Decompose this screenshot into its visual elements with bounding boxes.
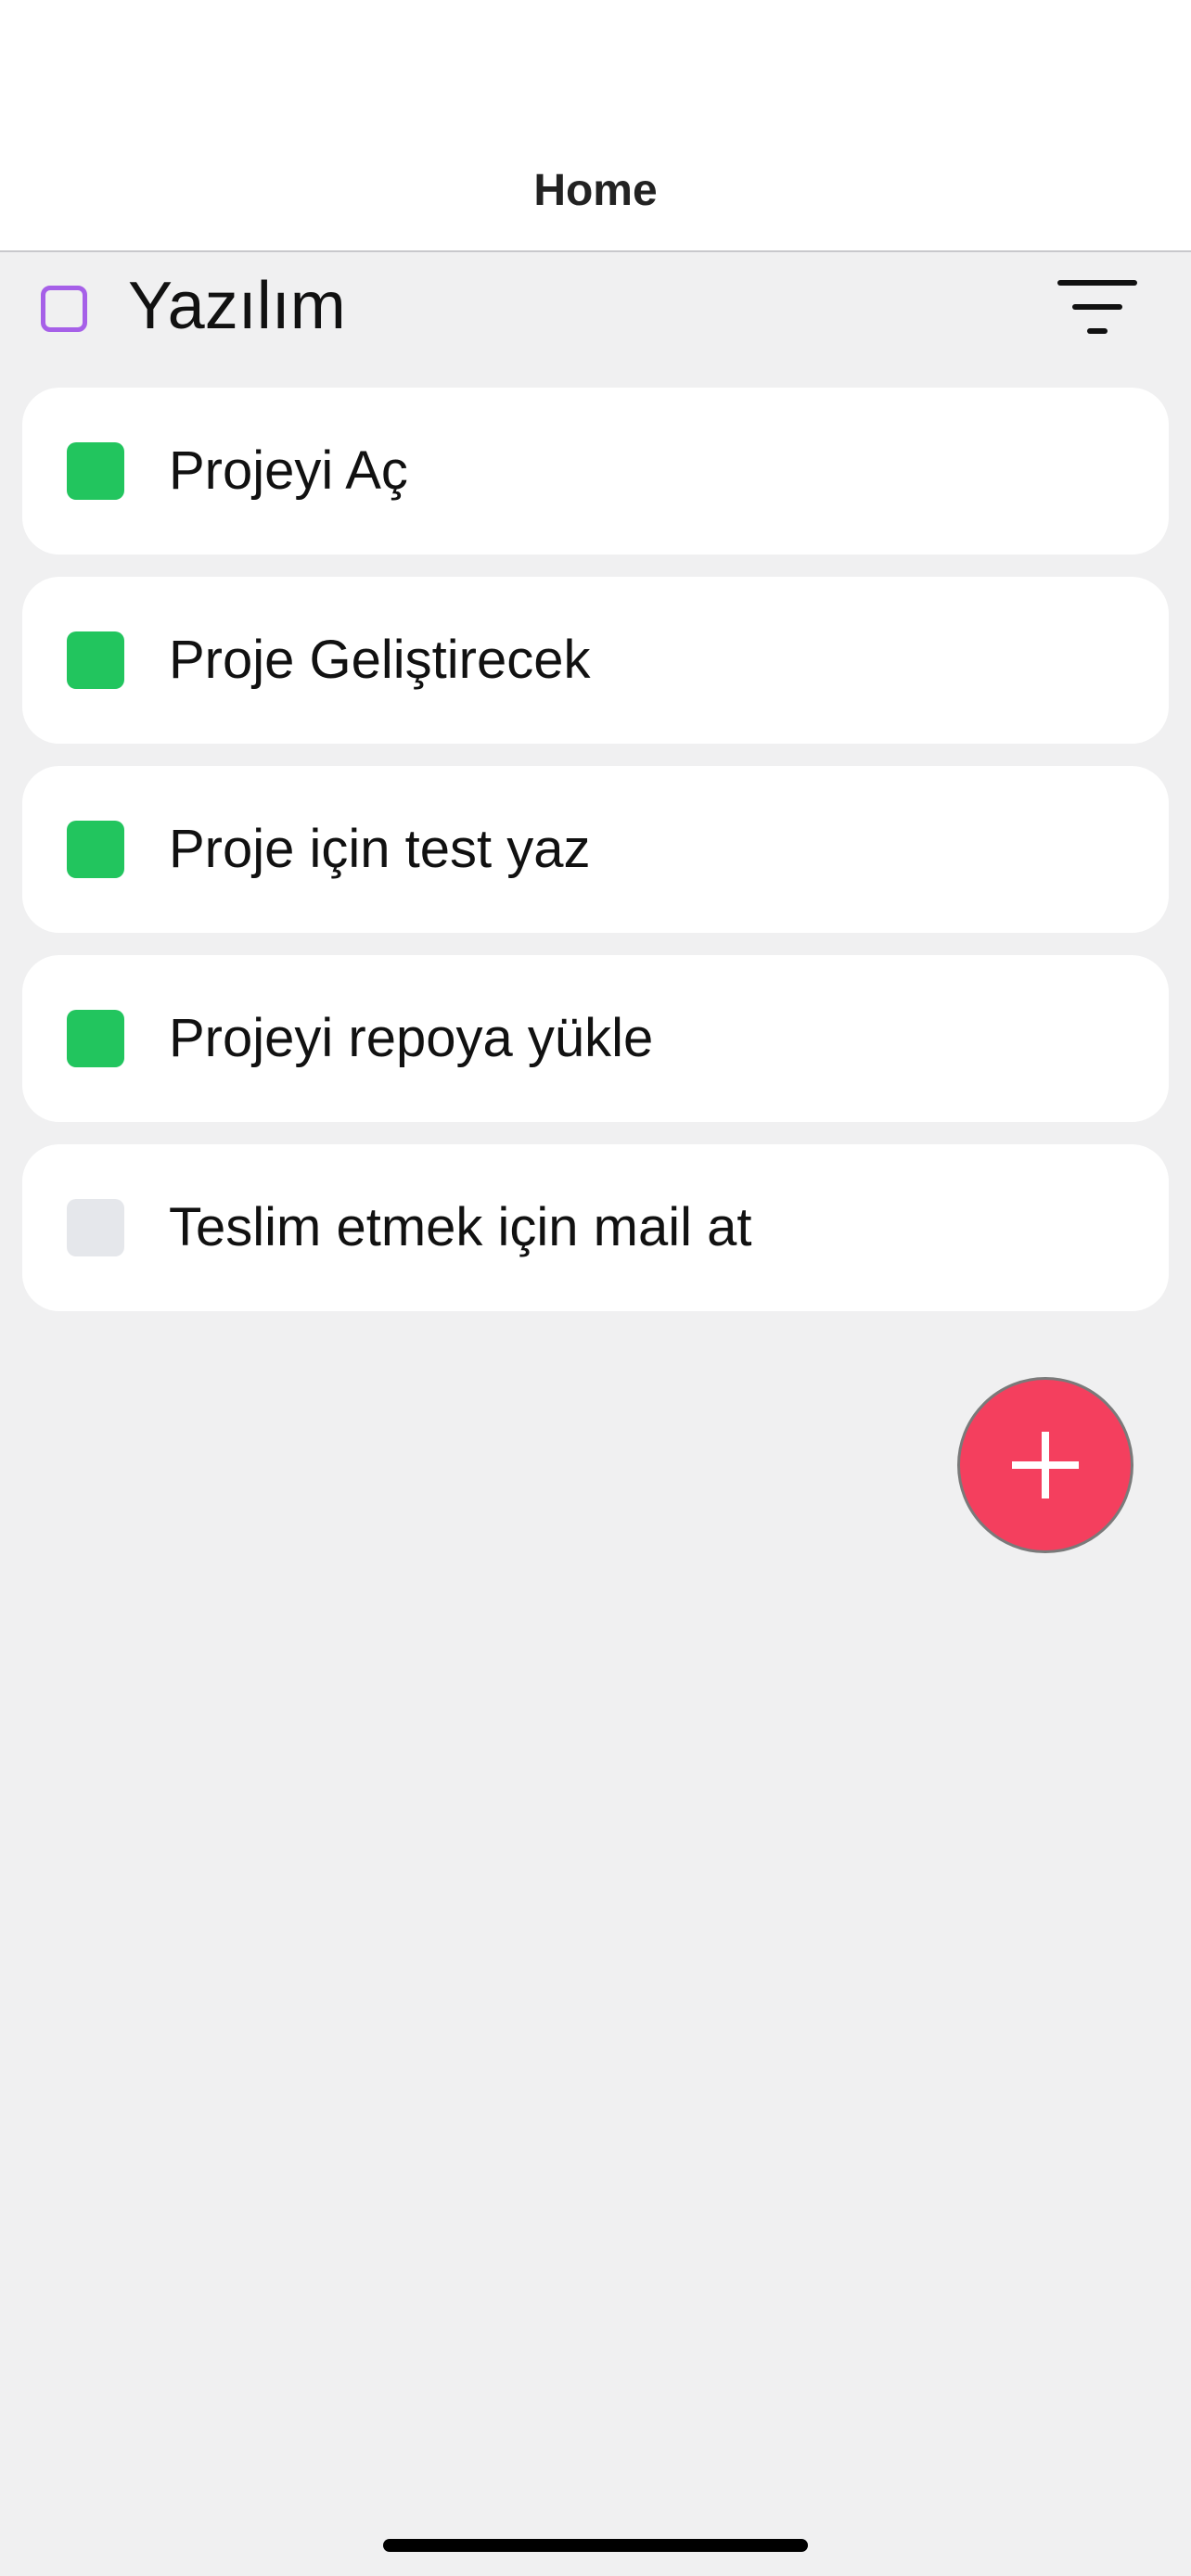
task-item[interactable]: Projeyi Aç bbox=[22, 388, 1169, 555]
task-checkbox[interactable] bbox=[67, 821, 124, 878]
task-checkbox[interactable] bbox=[67, 1199, 124, 1256]
home-indicator[interactable] bbox=[383, 2539, 808, 2552]
task-checkbox[interactable] bbox=[67, 631, 124, 689]
plus-icon bbox=[1042, 1432, 1049, 1498]
task-label: Proje için test yaz bbox=[169, 819, 591, 879]
category-header: Yazılım bbox=[0, 252, 1191, 382]
task-item[interactable]: Proje için test yaz bbox=[22, 766, 1169, 933]
add-task-button[interactable] bbox=[957, 1377, 1133, 1553]
filter-line-icon bbox=[1087, 328, 1108, 334]
filter-line-icon bbox=[1057, 280, 1137, 286]
filter-button[interactable] bbox=[1057, 280, 1150, 341]
task-label: Projeyi Aç bbox=[169, 440, 408, 501]
navigation-header: Home bbox=[0, 0, 1191, 252]
square-outline-icon bbox=[41, 286, 87, 332]
task-label: Proje Geliştirecek bbox=[169, 630, 591, 690]
task-checkbox[interactable] bbox=[67, 1010, 124, 1067]
filter-line-icon bbox=[1072, 304, 1122, 310]
task-item[interactable]: Projeyi repoya yükle bbox=[22, 955, 1169, 1122]
page-title: Home bbox=[533, 166, 658, 215]
task-list: Projeyi Aç Proje Geliştirecek Proje için… bbox=[22, 388, 1169, 1333]
category-title: Yazılım bbox=[128, 269, 346, 343]
task-item[interactable]: Proje Geliştirecek bbox=[22, 577, 1169, 744]
task-label: Projeyi repoya yükle bbox=[169, 1008, 654, 1068]
task-item[interactable]: Teslim etmek için mail at bbox=[22, 1144, 1169, 1311]
task-label: Teslim etmek için mail at bbox=[169, 1197, 752, 1257]
task-checkbox[interactable] bbox=[67, 442, 124, 500]
